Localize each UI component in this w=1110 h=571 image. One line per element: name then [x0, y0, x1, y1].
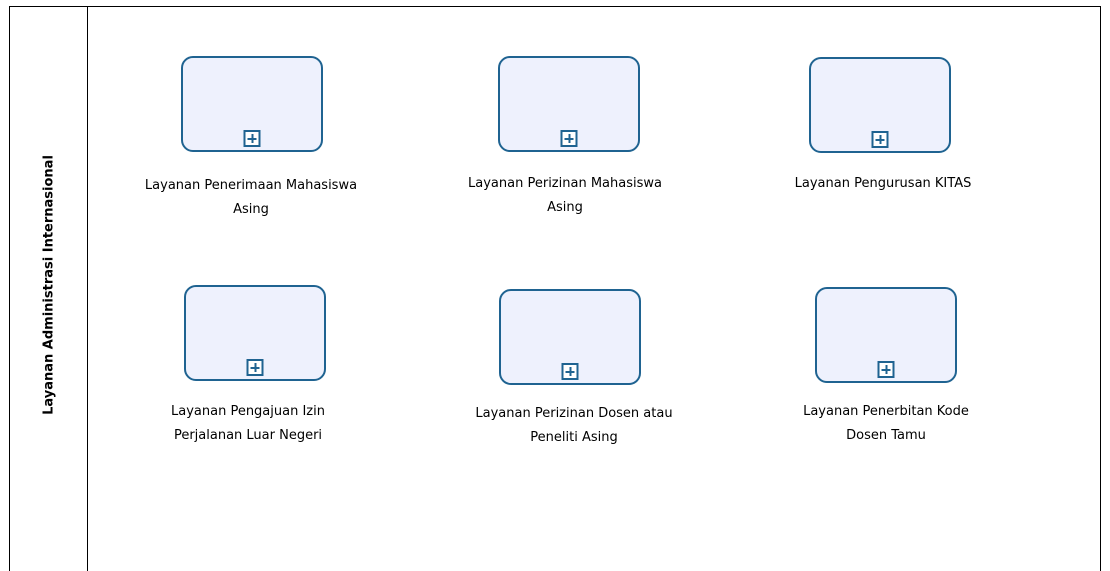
collapsed-subprocess-plus-icon[interactable] [877, 361, 895, 378]
collapsed-subprocess-plus-icon[interactable] [243, 130, 261, 147]
collapsed-subprocess-plus-icon[interactable] [871, 131, 889, 148]
subprocess-label: Layanan Perizinan Mahasiswa Asing [468, 176, 662, 215]
lane-title: Layanan Administrasi Internasional [41, 155, 57, 415]
subprocess-penerbitan-kode-dosen-tamu[interactable] [815, 287, 957, 383]
subprocess-label: Layanan Pengurusan KITAS [794, 176, 972, 191]
subprocess-penerimaan-mahasiswa-asing[interactable] [181, 56, 323, 152]
subprocess-label: Layanan Perizinan Dosen atau Peneliti As… [475, 406, 673, 445]
collapsed-subprocess-plus-icon[interactable] [246, 359, 264, 376]
subprocess-pengurusan-kitas[interactable] [809, 57, 951, 153]
subprocess-pengajuan-izin-perjalanan[interactable] [184, 285, 326, 381]
lane-header: Layanan Administrasi Internasional [10, 7, 88, 571]
subprocess-perizinan-dosen-peneliti-asing[interactable] [499, 289, 641, 385]
subprocess-label: Layanan Penerbitan Kode Dosen Tamu [803, 404, 969, 443]
subprocess-label: Layanan Pengajuan Izin Perjalanan Luar N… [171, 404, 325, 443]
subprocess-label: Layanan Penerimaan Mahasiswa Asing [144, 178, 358, 217]
collapsed-subprocess-plus-icon[interactable] [561, 363, 579, 380]
subprocess-perizinan-mahasiswa-asing[interactable] [498, 56, 640, 152]
collapsed-subprocess-plus-icon[interactable] [560, 130, 578, 147]
